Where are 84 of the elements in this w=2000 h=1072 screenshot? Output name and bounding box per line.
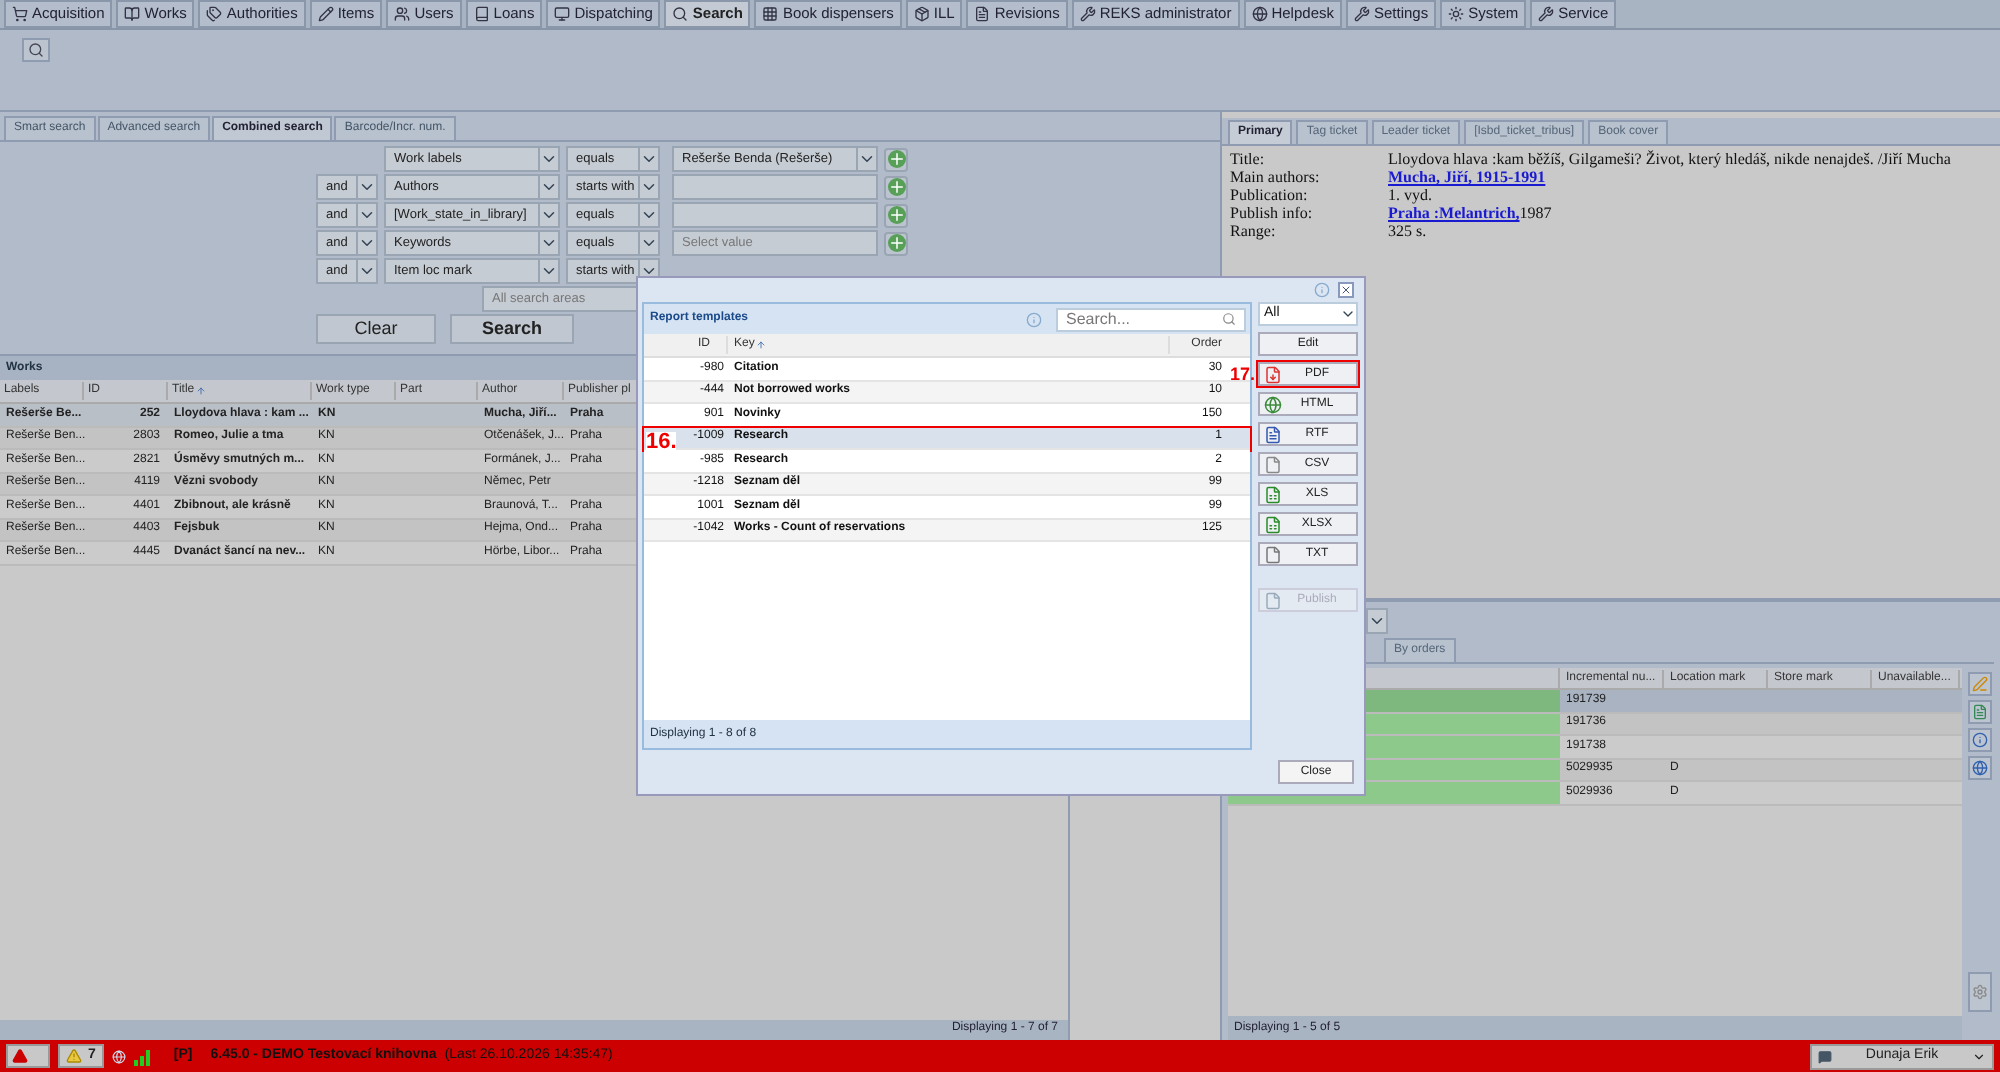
field-value: 325 s. xyxy=(1388,222,1427,240)
dropdown-arrow-icon xyxy=(638,232,658,254)
tab-icon xyxy=(974,6,991,22)
plus-icon xyxy=(887,150,905,168)
info-icon[interactable] xyxy=(1314,282,1330,298)
add-criterion-button[interactable] xyxy=(884,203,908,227)
tab-icon xyxy=(554,6,571,22)
signal-icon xyxy=(133,1047,154,1065)
file-icon xyxy=(1264,455,1282,473)
field-value: 1987 xyxy=(1519,204,1552,222)
tab-icon xyxy=(672,6,689,22)
document-icon xyxy=(1264,425,1282,443)
settings-icon[interactable] xyxy=(1968,972,1992,1012)
spreadsheet-icon xyxy=(1264,485,1282,503)
tab-icon xyxy=(1079,6,1096,22)
dropdown-arrow-icon xyxy=(638,176,658,198)
plus-icon xyxy=(887,234,905,252)
error-icon xyxy=(12,1048,28,1064)
tab-icon xyxy=(1448,6,1465,22)
dropdown-arrow-icon xyxy=(356,232,376,254)
tab-icon xyxy=(206,6,223,22)
tab-icon xyxy=(317,6,334,22)
globe-icon[interactable] xyxy=(1968,756,1992,780)
document-icon[interactable] xyxy=(1968,700,1992,724)
globe-icon xyxy=(111,1049,126,1063)
step-marker: 16. xyxy=(646,431,677,453)
tab-icon xyxy=(473,6,490,22)
pdf-file-icon xyxy=(1264,365,1282,383)
dropdown-arrow-icon xyxy=(638,204,658,226)
value-field[interactable] xyxy=(672,202,878,228)
field-label: Title: xyxy=(1230,150,1267,168)
tab-icon xyxy=(913,6,930,22)
search-toolbar-button[interactable] xyxy=(22,38,50,62)
field-label: Range: xyxy=(1230,222,1278,240)
dropdown-arrow-icon xyxy=(356,260,376,282)
dropdown-arrow-icon xyxy=(538,204,558,226)
dropdown-arrow-icon xyxy=(856,148,876,170)
dropdown-arrow-icon xyxy=(538,176,558,198)
sort-arrow-icon xyxy=(196,386,207,396)
search-field[interactable]: Search... xyxy=(1056,307,1246,331)
globe-icon xyxy=(1264,395,1282,413)
dropdown-arrow-icon xyxy=(538,232,558,254)
dropdown-arrow-icon xyxy=(538,260,558,282)
message-icon xyxy=(1818,1049,1832,1063)
clear-button[interactable]: Clear xyxy=(316,314,436,344)
record-link[interactable]: Mucha, Jiří, 1915-1991 xyxy=(1388,168,1546,186)
spreadsheet-icon xyxy=(1264,515,1282,533)
tab-icon xyxy=(762,6,779,22)
close-icon[interactable] xyxy=(1338,282,1354,298)
tab-icon xyxy=(12,6,28,22)
search-icon xyxy=(1222,312,1236,326)
add-criterion-button[interactable] xyxy=(884,175,908,199)
warning-icon xyxy=(66,1048,82,1064)
record-link[interactable]: Praha :Melantrich, xyxy=(1388,204,1520,222)
file-icon xyxy=(1264,545,1282,563)
dropdown-arrow-icon xyxy=(538,148,558,170)
tab-icon xyxy=(1354,6,1370,22)
field-value: 1. vyd. xyxy=(1388,186,1432,204)
dropdown-arrow-icon xyxy=(356,176,376,198)
field-label: Publish info: xyxy=(1230,204,1315,222)
plus-icon xyxy=(887,206,905,224)
add-criterion-button[interactable] xyxy=(884,147,908,171)
search-button[interactable]: Search xyxy=(450,314,574,344)
field-label: Main authors: xyxy=(1230,168,1322,186)
field-value: Lloydova hlava :kam běžíš, Gilgameši? Život, který hledáš, nikde nenajdeš. /Jiří Mucha xyxy=(1388,150,1951,168)
tab-icon xyxy=(1251,6,1268,22)
tab-icon xyxy=(394,6,411,22)
error-button[interactable] xyxy=(6,1044,50,1068)
value-field[interactable] xyxy=(672,174,878,200)
caret-icon xyxy=(1972,1049,1986,1063)
search-icon xyxy=(28,42,44,58)
add-criterion-button[interactable] xyxy=(884,231,908,255)
field-label: Publication: xyxy=(1230,186,1310,204)
sort-arrow-icon xyxy=(756,340,767,350)
dropdown-arrow-icon xyxy=(356,204,376,226)
dropdown-arrow-icon xyxy=(638,148,658,170)
info-icon xyxy=(1026,311,1042,327)
plus-icon xyxy=(887,178,905,196)
info-icon[interactable] xyxy=(1968,728,1992,752)
tab-icon xyxy=(124,6,141,22)
file-icon xyxy=(1264,591,1282,609)
edit-icon[interactable] xyxy=(1968,672,1992,696)
tab-icon xyxy=(1538,6,1555,22)
step-marker: 17. xyxy=(1230,364,1256,384)
